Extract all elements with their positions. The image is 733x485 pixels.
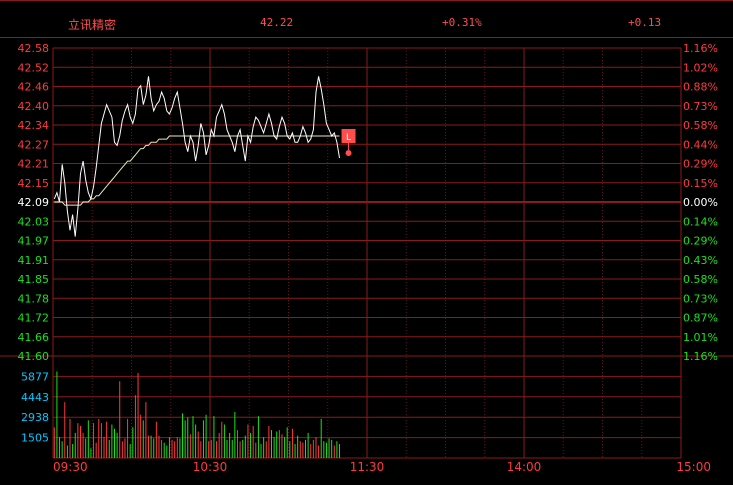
pct-tick-label: 1.02% [683, 61, 718, 74]
pct-tick-label: 0.00% [683, 196, 718, 209]
price-tick-label: 42.15 [18, 177, 50, 190]
pct-tick-label: 0.44% [683, 138, 718, 151]
pct-tick-label: 0.87% [683, 312, 718, 325]
pct-tick-label: 0.58% [683, 273, 718, 286]
price-tick-label: 42.40 [18, 100, 50, 113]
time-label: 14:00 [507, 460, 542, 474]
volume-tick-label: 2938 [21, 411, 49, 424]
volume-tick-label: 1505 [21, 432, 49, 445]
axis-labels: 42.58 1.16% 42.52 1.02% 42.46 0.88% 42.40 0.73%… [18, 42, 718, 474]
price-tick-label: 42.58 [18, 42, 50, 55]
pct-tick-label: 0.73% [683, 100, 718, 113]
price-line [53, 76, 340, 237]
price-tick-label: 42.52 [18, 61, 50, 74]
price-tick-label: 41.78 [18, 292, 50, 305]
price-tick-label: 41.72 [18, 312, 50, 325]
pct-tick-label: 0.29% [683, 235, 718, 248]
time-label: 10:30 [193, 460, 228, 474]
price-lines [53, 76, 356, 237]
pct-tick-label: 0.14% [683, 215, 718, 228]
price-marker-dot [345, 150, 352, 156]
pct-tick-label: 0.29% [683, 158, 718, 171]
price-tick-label: 41.66 [18, 331, 50, 344]
pct-tick-label: 0.73% [683, 292, 718, 305]
pct-tick-label: 0.58% [683, 119, 718, 132]
time-label: 15:00 [676, 460, 711, 474]
pct-tick-label: 1.16% [683, 42, 718, 55]
price-tick-label: 42.46 [18, 81, 50, 94]
time-label: 09:30 [53, 460, 88, 474]
volume-bars [53, 371, 341, 458]
chart-grid [0, 47, 733, 459]
pct-tick-label: 1.16% [683, 350, 718, 363]
average-price-line [54, 135, 340, 206]
price-tick-label: 42.21 [18, 158, 50, 171]
time-label: 11:30 [350, 460, 385, 474]
price-tick-label: 42.27 [18, 138, 50, 151]
price-tick-label: 42.09 [18, 196, 50, 209]
pct-tick-label: 0.15% [683, 177, 718, 190]
intraday-chart[interactable]: 42.58 1.16% 42.52 1.02% 42.46 0.88% 42.40 0.73%… [0, 0, 733, 485]
price-tick-label: 41.97 [18, 235, 50, 248]
price-tick-label: 42.34 [18, 119, 50, 132]
price-tick-label: 42.03 [18, 215, 50, 228]
price-tick-label: 41.85 [18, 273, 50, 286]
price-tick-label: 41.60 [18, 350, 50, 363]
volume-tick-label: 4443 [21, 391, 49, 404]
price-tick-label: 41.91 [18, 254, 50, 267]
price-marker-label: L [346, 133, 351, 143]
volume-tick-label: 5877 [21, 370, 49, 383]
pct-tick-label: 1.01% [683, 331, 718, 344]
pct-tick-label: 0.43% [683, 254, 718, 267]
pct-tick-label: 0.88% [683, 81, 718, 94]
